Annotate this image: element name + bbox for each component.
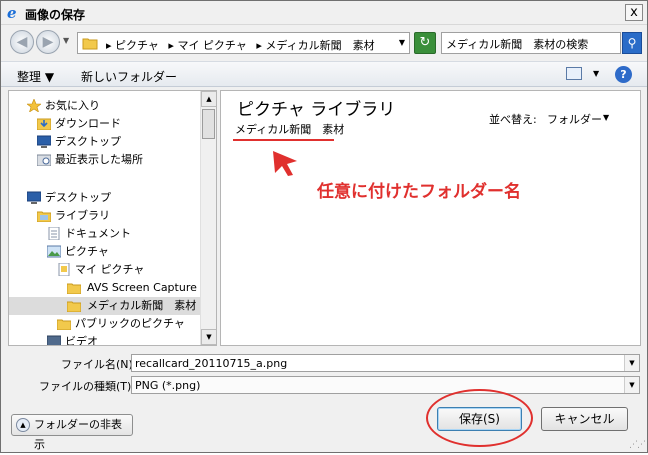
chevron-up-icon: ▲ bbox=[16, 418, 30, 432]
recent-places-icon bbox=[37, 154, 51, 166]
document-icon bbox=[48, 227, 60, 240]
folder-icon bbox=[57, 319, 71, 330]
download-folder-icon bbox=[37, 118, 51, 130]
annotation-text: 任意に付けたフォルダー名 bbox=[317, 182, 521, 202]
folder-icon bbox=[67, 301, 81, 312]
tree-item-favorites[interactable]: お気に入り bbox=[9, 97, 203, 115]
tree-item-desktop[interactable]: デスクトップ bbox=[9, 189, 203, 207]
title-bar: e 画像の保存 x bbox=[1, 1, 647, 25]
address-bar[interactable]: ▸ ピクチャ ▸ マイ ピクチャ ▸ メディカル新聞 素材 ▼ bbox=[77, 32, 410, 54]
refresh-button[interactable]: ↻ bbox=[414, 32, 436, 54]
forward-button[interactable]: ▶ bbox=[36, 30, 60, 54]
tree-item-avs-screen-capture[interactable]: AVS Screen Capture bbox=[9, 279, 203, 297]
scroll-up-icon[interactable]: ▲ bbox=[201, 91, 216, 107]
command-toolbar: 整理 ▼ 新しいフォルダー ▼ ? bbox=[1, 61, 647, 87]
scrollbar-thumb[interactable] bbox=[202, 109, 215, 139]
sort-label: 並べ替え: bbox=[489, 113, 537, 126]
desktop-icon bbox=[27, 191, 41, 204]
resize-grip-icon[interactable]: ⋰⋰ bbox=[629, 440, 646, 450]
annotation-circle bbox=[426, 389, 533, 447]
filename-label: ファイル名(N): bbox=[61, 358, 137, 371]
filetype-select[interactable]: PNG (*.png) ▼ bbox=[131, 376, 640, 394]
breadcrumb-item[interactable]: ▸ メディカル新聞 素材 bbox=[256, 39, 374, 52]
chevron-down-icon[interactable]: ▼ bbox=[624, 355, 639, 371]
hide-folders-label: フォルダーの非表示 bbox=[34, 418, 122, 451]
help-icon[interactable]: ? bbox=[615, 66, 632, 83]
sort-dropdown-icon[interactable]: ▼ bbox=[603, 113, 609, 122]
filename-value: recallcard_20110715_a.png bbox=[135, 357, 288, 370]
breadcrumb-item[interactable]: ▸ マイ ピクチャ bbox=[168, 39, 246, 52]
navigation-tree: お気に入り ダウンロード デスクトップ 最近表示した場所 デスクトップ ライブラ… bbox=[8, 90, 217, 346]
new-folder-button[interactable]: 新しいフォルダー bbox=[81, 68, 177, 85]
ie-icon: e bbox=[7, 4, 17, 22]
filename-input[interactable]: recallcard_20110715_a.png ▼ bbox=[131, 354, 640, 372]
tree-item-documents[interactable]: ドキュメント bbox=[9, 225, 203, 243]
organize-button[interactable]: 整理 ▼ bbox=[17, 68, 54, 85]
tree-item-recent-places[interactable]: 最近表示した場所 bbox=[9, 151, 203, 169]
tree-item-library[interactable]: ライブラリ bbox=[9, 207, 203, 225]
address-dropdown-icon[interactable]: ▼ bbox=[399, 38, 405, 47]
cancel-button[interactable]: キャンセル bbox=[541, 407, 628, 431]
search-icon[interactable]: ⚲ bbox=[622, 32, 642, 54]
annotation-arrow-icon bbox=[273, 151, 297, 176]
video-icon bbox=[47, 335, 61, 345]
navigation-bar: ◀ ▶ ▼ ▸ ピクチャ ▸ マイ ピクチャ ▸ メディカル新聞 素材 ▼ ↻ … bbox=[1, 26, 647, 58]
hide-folders-button[interactable]: ▲ フォルダーの非表示 bbox=[11, 414, 133, 451]
close-button[interactable]: x bbox=[625, 4, 643, 21]
save-image-dialog: e 画像の保存 x ◀ ▶ ▼ ▸ ピクチャ ▸ マイ ピクチャ ▸ メディカル… bbox=[0, 0, 648, 453]
desktop-icon bbox=[37, 135, 51, 148]
star-icon bbox=[27, 99, 41, 112]
view-dropdown-icon[interactable]: ▼ bbox=[593, 69, 599, 78]
filetype-value: PNG (*.png) bbox=[135, 379, 201, 392]
tree-item-medical-news-material[interactable]: メディカル新聞 素材 bbox=[9, 297, 203, 315]
history-dropdown-icon[interactable]: ▼ bbox=[63, 36, 69, 45]
annotation-underline bbox=[233, 139, 334, 141]
window-title: 画像の保存 bbox=[25, 8, 86, 22]
back-button[interactable]: ◀ bbox=[10, 30, 34, 54]
tree-item-public-pictures[interactable]: パブリックのピクチャ bbox=[9, 315, 203, 333]
folder-icon bbox=[67, 283, 81, 294]
pictures-icon bbox=[47, 245, 61, 258]
library-subtitle[interactable]: メディカル新聞 素材 bbox=[235, 121, 344, 137]
breadcrumb: ▸ ピクチャ ▸ マイ ピクチャ ▸ メディカル新聞 素材 bbox=[106, 37, 381, 53]
folder-icon bbox=[82, 38, 98, 50]
tree-scrollbar[interactable]: ▲ ▼ bbox=[200, 91, 216, 345]
sort-dropdown[interactable]: フォルダー bbox=[547, 111, 602, 127]
breadcrumb-item[interactable]: ▸ ピクチャ bbox=[106, 39, 159, 52]
folder-icon bbox=[58, 263, 70, 276]
library-title: ピクチャ ライブラリ bbox=[237, 100, 396, 120]
tree-item-video[interactable]: ビデオ bbox=[9, 333, 203, 345]
tree-item-pictures[interactable]: ピクチャ bbox=[9, 243, 203, 261]
chevron-down-icon[interactable]: ▼ bbox=[624, 377, 639, 393]
tree-item-downloads[interactable]: ダウンロード bbox=[9, 115, 203, 133]
content-pane[interactable]: ピクチャ ライブラリ メディカル新聞 素材 並べ替え: フォルダー ▼ 任意に付… bbox=[220, 90, 641, 346]
search-input[interactable]: メディカル新聞 素材の検索 bbox=[441, 32, 621, 54]
tree-item-my-pictures[interactable]: マイ ピクチャ bbox=[9, 261, 203, 279]
tree-item-desktop-fav[interactable]: デスクトップ bbox=[9, 133, 203, 151]
view-options-icon[interactable] bbox=[566, 67, 582, 80]
library-icon bbox=[37, 211, 51, 222]
scroll-down-icon[interactable]: ▼ bbox=[201, 329, 216, 345]
filetype-label: ファイルの種類(T): bbox=[39, 380, 136, 393]
